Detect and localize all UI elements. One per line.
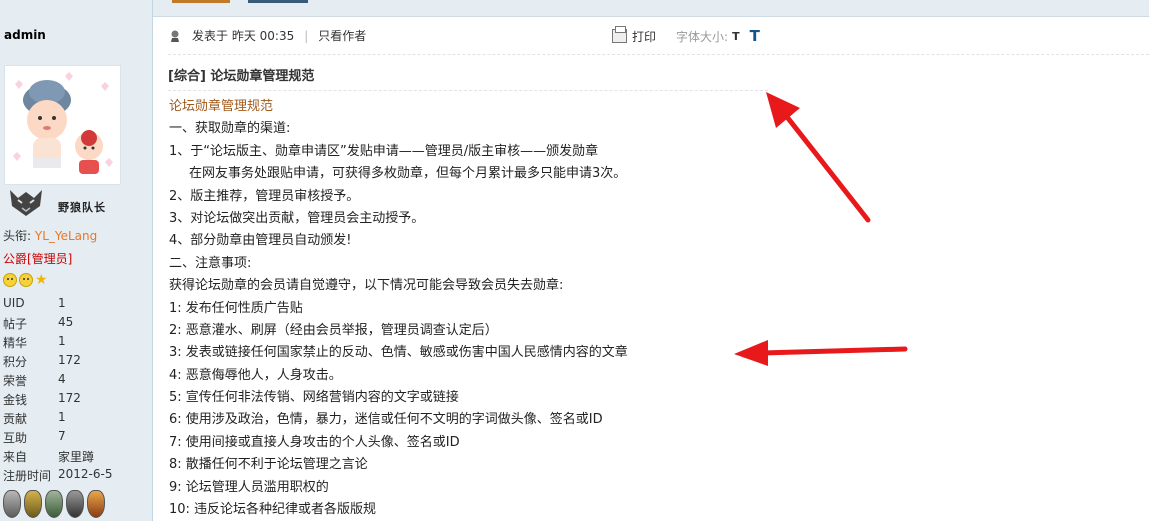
annotation-arrows xyxy=(734,92,908,366)
arrow-icon xyxy=(766,92,871,223)
arrow-icon xyxy=(734,340,908,366)
